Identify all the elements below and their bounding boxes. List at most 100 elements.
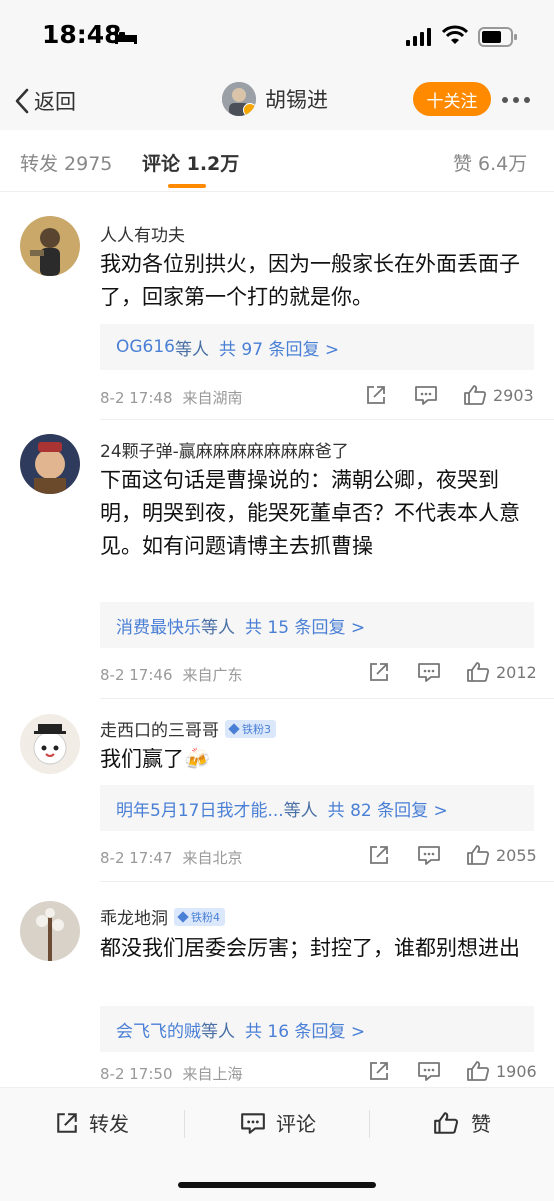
thumbs-up-icon[interactable]	[466, 1060, 490, 1082]
thumbs-up-icon[interactable]	[463, 384, 487, 406]
share-icon[interactable]	[365, 384, 387, 406]
thumbs-up-icon[interactable]	[466, 661, 490, 683]
comment-location: 来自广东	[182, 666, 243, 684]
tab-active-indicator	[168, 184, 206, 188]
more-options-icon[interactable]	[502, 97, 530, 103]
avatar-image	[20, 714, 80, 774]
avatar[interactable]	[20, 901, 80, 961]
reply-count: 共 97 条回复 >	[219, 339, 340, 360]
comment-actions: 2055	[368, 844, 543, 866]
repost-label: 转发	[89, 1112, 129, 1136]
battery-icon	[478, 27, 517, 47]
avatar[interactable]	[20, 434, 80, 494]
repost-button[interactable]: 转发	[55, 1108, 129, 1137]
reply-summary[interactable]: 消费最快乐 等人 共 15 条回复 >	[100, 602, 534, 648]
reply-summary[interactable]: 明年5月17日我才能... 等人 共 82 条回复 >	[100, 785, 534, 831]
reply-etc: 等人	[201, 617, 235, 638]
divider	[100, 698, 554, 699]
reply-etc: 等人	[175, 339, 210, 360]
comment-button[interactable]: 评论	[240, 1108, 316, 1137]
comment-meta: 8-2 17:48 来自湖南	[100, 387, 243, 408]
reply-etc: 等人	[201, 1021, 235, 1042]
reply-user-names: OG616	[116, 337, 176, 357]
reply-icon[interactable]	[417, 661, 441, 683]
avatar[interactable]	[20, 714, 80, 774]
like-count: 1906	[496, 1061, 537, 1081]
tab-repost[interactable]: 转发 2975	[20, 149, 112, 176]
back-button[interactable]: 返回	[14, 83, 76, 119]
nav-user[interactable]: 胡锡进	[222, 82, 328, 116]
verified-badge-icon	[243, 103, 256, 116]
cellular-signal-icon	[406, 28, 431, 46]
reply-icon[interactable]	[417, 844, 441, 866]
divider	[369, 1110, 370, 1138]
comment-icon	[241, 1112, 265, 1134]
reply-summary[interactable]: OG616 等人 共 97 条回复 >	[100, 324, 534, 370]
comment-location: 来自北京	[182, 849, 243, 867]
comment-username-text: 走西口的三哥哥	[100, 721, 219, 741]
chevron-left-icon	[15, 88, 29, 114]
diamond-icon	[228, 722, 240, 735]
reply-count: 共 15 条回复 >	[245, 617, 366, 638]
back-label: 返回	[34, 90, 76, 114]
reply-count: 共 16 条回复 >	[245, 1021, 366, 1042]
reply-icon[interactable]	[417, 1060, 441, 1082]
fan-badge: 铁粉4	[174, 907, 225, 926]
sleep-mode-icon	[115, 30, 137, 44]
like-button[interactable]: 赞	[433, 1108, 491, 1137]
like-label: 赞	[471, 1112, 491, 1136]
nav-bar: 返回 胡锡进 十关注	[0, 75, 554, 130]
reply-user-names: 明年5月17日我才能...	[116, 800, 284, 821]
diamond-icon	[177, 910, 189, 923]
comment-location: 来自湖南	[182, 389, 243, 407]
divider	[100, 419, 554, 420]
home-indicator[interactable]	[178, 1182, 376, 1188]
comment-time: 8-2 17:46	[100, 666, 173, 684]
tab-like[interactable]: 赞 6.4万	[453, 149, 527, 176]
avatar-image	[20, 434, 80, 494]
avatar[interactable]	[20, 216, 80, 276]
avatar-image	[20, 216, 80, 276]
fan-badge: 铁粉3	[225, 719, 276, 738]
fan-badge-label: 铁粉4	[191, 910, 220, 924]
comment-username[interactable]: 人人有功夫	[100, 221, 185, 246]
comment-meta: 8-2 17:47 来自北京	[100, 847, 243, 868]
comment-text: 都没我们居委会厉害；封控了，谁都别想进出	[100, 936, 520, 960]
thumbs-up-icon	[434, 1111, 459, 1134]
wifi-icon	[442, 25, 468, 44]
comment-meta: 8-2 17:46 来自广东	[100, 664, 243, 685]
avatar[interactable]	[222, 82, 256, 116]
comment-time: 8-2 17:50	[100, 1065, 173, 1083]
comment-actions: 2903	[365, 384, 540, 406]
reply-summary[interactable]: 会飞飞的贼 等人 共 16 条回复 >	[100, 1006, 534, 1052]
blogger-name: 胡锡进	[265, 88, 328, 112]
avatar-image	[20, 901, 80, 961]
share-icon[interactable]	[368, 844, 390, 866]
comment-username-text: 乖龙地洞	[100, 909, 168, 929]
comment-text: 我劝各位别拱火，因为一般家长在外面丢面子了，回家第一个打的就是你。	[100, 252, 520, 309]
tab-bar: 转发 2975 评论 1.2万 赞 6.4万	[0, 130, 554, 192]
status-time: 18:48	[42, 20, 122, 49]
comment-meta: 8-2 17:50 来自上海	[100, 1063, 243, 1084]
fan-badge-label: 铁粉3	[242, 722, 271, 736]
reply-etc: 等人	[283, 800, 318, 821]
follow-button[interactable]: 十关注	[413, 82, 491, 116]
comment-label: 评论	[276, 1112, 316, 1136]
reply-user-names: 消费最快乐	[116, 617, 201, 638]
comment-actions: 2012	[368, 661, 543, 683]
comment-username[interactable]: 走西口的三哥哥 铁粉3	[100, 716, 276, 741]
comment-text: 我们赢了🍻	[100, 747, 211, 771]
divider	[184, 1110, 185, 1138]
tab-comment[interactable]: 评论 1.2万	[142, 149, 239, 176]
share-icon[interactable]	[368, 1060, 390, 1082]
comment-time: 8-2 17:47	[100, 849, 173, 867]
divider	[100, 881, 554, 882]
comment-username[interactable]: 乖龙地洞 铁粉4	[100, 904, 225, 929]
share-icon[interactable]	[368, 661, 390, 683]
thumbs-up-icon[interactable]	[466, 844, 490, 866]
comment-username[interactable]: 24颗子弹-赢麻麻麻麻麻麻麻爸了	[100, 437, 349, 462]
status-bar: 18:48	[0, 0, 554, 75]
like-count: 2055	[496, 845, 537, 865]
reply-icon[interactable]	[414, 384, 438, 406]
like-count: 2012	[496, 662, 537, 682]
